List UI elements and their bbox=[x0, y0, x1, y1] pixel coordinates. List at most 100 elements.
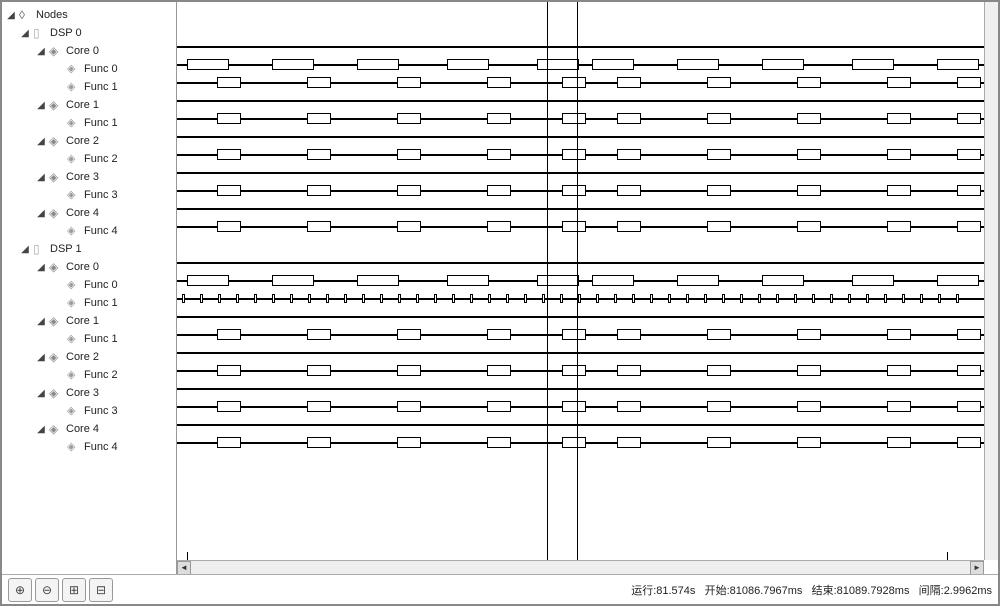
expand-button[interactable]: ⊞ bbox=[62, 578, 86, 602]
tree-func[interactable]: Func 0 bbox=[2, 60, 176, 78]
timeline-block[interactable] bbox=[187, 59, 229, 70]
timeline-block[interactable] bbox=[830, 294, 833, 303]
timeline-block[interactable] bbox=[707, 329, 731, 340]
timeline-block[interactable] bbox=[397, 77, 421, 88]
chevron-down-icon[interactable]: ◢ bbox=[36, 172, 46, 183]
timeline-block[interactable] bbox=[707, 185, 731, 196]
chevron-down-icon[interactable]: ◢ bbox=[6, 10, 16, 21]
timeline-block[interactable] bbox=[797, 185, 821, 196]
timeline-block[interactable] bbox=[326, 294, 329, 303]
timeline-block[interactable] bbox=[596, 294, 599, 303]
timeline-block[interactable] bbox=[887, 329, 911, 340]
timeline-block[interactable] bbox=[887, 77, 911, 88]
timeline-block[interactable] bbox=[562, 149, 586, 160]
tree-func[interactable]: Func 4 bbox=[2, 222, 176, 240]
timeline-block[interactable] bbox=[762, 275, 804, 286]
timeline-block[interactable] bbox=[884, 294, 887, 303]
timeline-block[interactable] bbox=[487, 437, 511, 448]
timeline-block[interactable] bbox=[957, 329, 981, 340]
timeline-block[interactable] bbox=[290, 294, 293, 303]
tree-func[interactable]: Func 1 bbox=[2, 330, 176, 348]
collapse-button[interactable]: ⊟ bbox=[89, 578, 113, 602]
timeline-block[interactable] bbox=[592, 59, 634, 70]
timeline-block[interactable] bbox=[887, 149, 911, 160]
timeline-block[interactable] bbox=[562, 77, 586, 88]
timeline-block[interactable] bbox=[852, 275, 894, 286]
timeline-block[interactable] bbox=[362, 294, 365, 303]
timeline-block[interactable] bbox=[307, 149, 331, 160]
timeline-block[interactable] bbox=[488, 294, 491, 303]
timeline-block[interactable] bbox=[200, 294, 203, 303]
timeline-block[interactable] bbox=[887, 185, 911, 196]
timeline-block[interactable] bbox=[452, 294, 455, 303]
tree-core[interactable]: ◢ Core 3 bbox=[2, 168, 176, 186]
timeline-block[interactable] bbox=[887, 113, 911, 124]
timeline-block[interactable] bbox=[797, 149, 821, 160]
timeline-block[interactable] bbox=[617, 437, 641, 448]
timeline-block[interactable] bbox=[866, 294, 869, 303]
timeline-block[interactable] bbox=[307, 77, 331, 88]
timeline-block[interactable] bbox=[397, 437, 421, 448]
timeline-block[interactable] bbox=[272, 275, 314, 286]
timeline-block[interactable] bbox=[562, 185, 586, 196]
timeline-block[interactable] bbox=[487, 365, 511, 376]
tree-core[interactable]: ◢ Core 4 bbox=[2, 204, 176, 222]
timeline-block[interactable] bbox=[272, 59, 314, 70]
tree-core[interactable]: ◢ Core 1 bbox=[2, 312, 176, 330]
timeline-block[interactable] bbox=[852, 59, 894, 70]
timeline-block[interactable] bbox=[217, 77, 241, 88]
timeline-block[interactable] bbox=[487, 113, 511, 124]
timeline-block[interactable] bbox=[272, 294, 275, 303]
timeline-block[interactable] bbox=[397, 221, 421, 232]
timeline-block[interactable] bbox=[308, 294, 311, 303]
timeline-block[interactable] bbox=[797, 437, 821, 448]
timeline-block[interactable] bbox=[307, 437, 331, 448]
timeline-block[interactable] bbox=[937, 59, 979, 70]
tree-func[interactable]: Func 2 bbox=[2, 366, 176, 384]
timeline-block[interactable] bbox=[307, 185, 331, 196]
tree-core[interactable]: ◢ Core 4 bbox=[2, 420, 176, 438]
timeline-block[interactable] bbox=[217, 329, 241, 340]
timeline-cursor-start[interactable] bbox=[547, 2, 548, 560]
tree-core[interactable]: ◢ Core 2 bbox=[2, 348, 176, 366]
chevron-down-icon[interactable]: ◢ bbox=[36, 46, 46, 57]
timeline-block[interactable] bbox=[957, 77, 981, 88]
zoom-in-button[interactable]: ⊕ bbox=[8, 578, 32, 602]
timeline-block[interactable] bbox=[797, 221, 821, 232]
timeline-block[interactable] bbox=[487, 77, 511, 88]
timeline-block[interactable] bbox=[957, 149, 981, 160]
timeline-block[interactable] bbox=[920, 294, 923, 303]
timeline-block[interactable] bbox=[487, 185, 511, 196]
timeline-block[interactable] bbox=[217, 401, 241, 412]
tree-func[interactable]: Func 3 bbox=[2, 402, 176, 420]
scroll-left-icon[interactable]: ◄ bbox=[177, 561, 191, 575]
chevron-down-icon[interactable]: ◢ bbox=[36, 100, 46, 111]
timeline-block[interactable] bbox=[957, 401, 981, 412]
timeline-block[interactable] bbox=[762, 59, 804, 70]
timeline-block[interactable] bbox=[217, 149, 241, 160]
timeline-block[interactable] bbox=[617, 149, 641, 160]
timeline-block[interactable] bbox=[797, 113, 821, 124]
tree-core[interactable]: ◢ Core 0 bbox=[2, 258, 176, 276]
timeline-block[interactable] bbox=[707, 149, 731, 160]
timeline-block[interactable] bbox=[217, 365, 241, 376]
timeline-block[interactable] bbox=[707, 221, 731, 232]
timeline-block[interactable] bbox=[397, 365, 421, 376]
chevron-down-icon[interactable]: ◢ bbox=[36, 208, 46, 219]
timeline-block[interactable] bbox=[217, 113, 241, 124]
timeline-block[interactable] bbox=[707, 401, 731, 412]
timeline-block[interactable] bbox=[487, 401, 511, 412]
timeline-block[interactable] bbox=[617, 401, 641, 412]
timeline-block[interactable] bbox=[236, 294, 239, 303]
chevron-down-icon[interactable]: ◢ bbox=[36, 388, 46, 399]
timeline-block[interactable] bbox=[447, 275, 489, 286]
timeline-block[interactable] bbox=[632, 294, 635, 303]
timeline-block[interactable] bbox=[614, 294, 617, 303]
chevron-down-icon[interactable]: ◢ bbox=[36, 424, 46, 435]
tree-core[interactable]: ◢ Core 1 bbox=[2, 96, 176, 114]
timeline-cursor-end[interactable] bbox=[577, 2, 578, 560]
timeline-block[interactable] bbox=[416, 294, 419, 303]
chevron-down-icon[interactable]: ◢ bbox=[36, 316, 46, 327]
timeline-block[interactable] bbox=[887, 401, 911, 412]
tree-core[interactable]: ◢ Core 0 bbox=[2, 42, 176, 60]
